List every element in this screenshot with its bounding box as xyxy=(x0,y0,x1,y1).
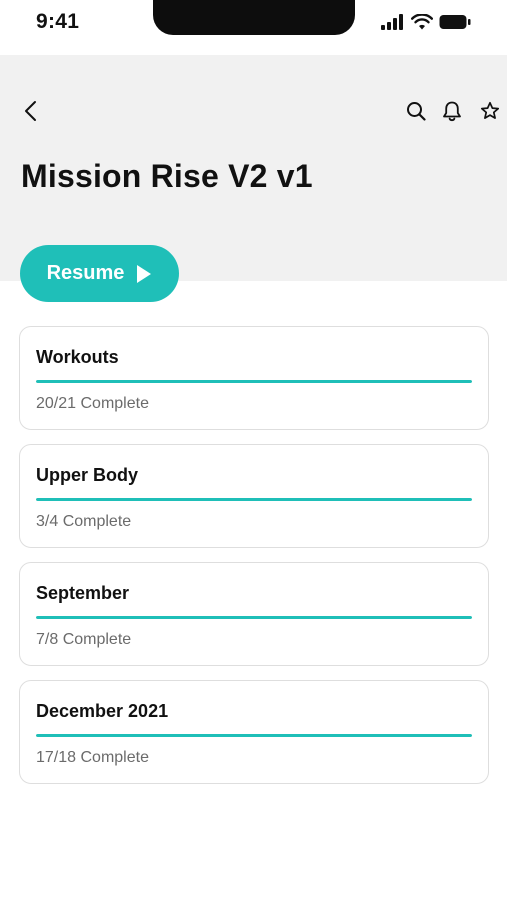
search-button[interactable] xyxy=(404,99,428,123)
card-title: December 2021 xyxy=(36,701,169,721)
status-bar: 9:41 xyxy=(0,0,507,55)
bell-icon xyxy=(443,101,461,122)
card-status: 17/18 Complete xyxy=(36,749,149,766)
star-icon xyxy=(480,101,500,119)
card-title: Workouts xyxy=(36,347,119,367)
progress-card-december-2021[interactable]: December 2021 17/18 Complete xyxy=(19,680,489,784)
card-status: 7/8 Complete xyxy=(36,631,132,648)
progress-card-list: Workouts 20/21 Complete Upper Body 3/4 C… xyxy=(19,326,489,798)
progress-bar-fill xyxy=(36,380,472,383)
progress-card-upper-body[interactable]: Upper Body 3/4 Complete xyxy=(19,444,489,548)
progress-card-workouts[interactable]: Workouts 20/21 Complete xyxy=(19,326,489,430)
play-icon xyxy=(137,264,152,283)
device-notch xyxy=(153,0,355,35)
card-status: 20/21 Complete xyxy=(36,395,149,412)
back-button[interactable] xyxy=(18,97,44,125)
search-icon xyxy=(407,102,426,121)
wifi-icon xyxy=(411,14,433,30)
progress-bar xyxy=(36,498,472,501)
card-title: September xyxy=(36,583,130,603)
progress-bar-fill xyxy=(36,498,472,501)
back-chevron-icon xyxy=(25,101,36,121)
status-icons xyxy=(381,14,471,30)
progress-bar xyxy=(36,734,472,737)
resume-button[interactable]: Resume xyxy=(20,245,179,302)
favorite-button[interactable] xyxy=(478,98,502,124)
battery-icon xyxy=(439,15,471,29)
card-status: 3/4 Complete xyxy=(36,513,132,530)
progress-bar xyxy=(36,616,472,619)
progress-card-september[interactable]: September 7/8 Complete xyxy=(19,562,489,666)
page-title: Mission Rise V2 v1 xyxy=(21,158,313,194)
resume-label: Resume xyxy=(46,262,125,284)
status-time: 9:41 xyxy=(36,10,80,33)
notifications-button[interactable] xyxy=(440,98,464,124)
card-title: Upper Body xyxy=(36,465,139,485)
progress-bar-fill xyxy=(36,734,472,737)
progress-bar xyxy=(36,380,472,383)
progress-bar-fill xyxy=(36,616,472,619)
cellular-signal-icon xyxy=(381,14,403,30)
